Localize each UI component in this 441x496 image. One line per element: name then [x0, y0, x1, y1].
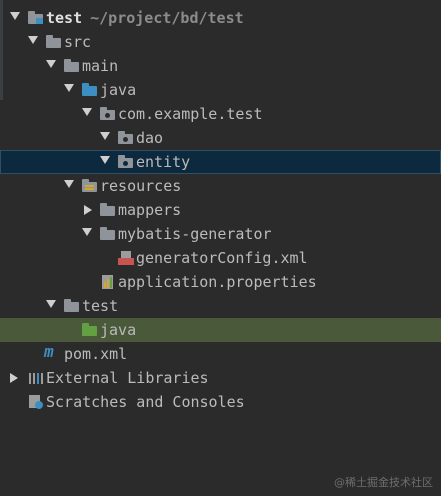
module-folder-icon [28, 11, 44, 25]
tree-row-external-libraries[interactable]: External Libraries [0, 366, 441, 390]
chevron-down-icon[interactable] [82, 228, 92, 236]
mappers-label: mappers [118, 201, 182, 219]
folder-icon [100, 227, 116, 241]
pom-label: pom.xml [64, 345, 128, 363]
package-icon [100, 107, 116, 121]
tree-row-package[interactable]: com.example.test [0, 102, 441, 126]
tree-row-main[interactable]: main [0, 54, 441, 78]
chevron-down-icon[interactable] [64, 180, 74, 188]
main-label: main [82, 57, 119, 75]
folder-icon [46, 35, 62, 49]
root-path: ~/project/bd/test [90, 9, 244, 27]
project-tree: test ~/project/bd/test src main java com… [0, 6, 441, 414]
tree-row-test[interactable]: test [0, 294, 441, 318]
chevron-down-icon[interactable] [28, 36, 38, 44]
entity-label: entity [136, 153, 191, 171]
resources-folder-icon [82, 179, 98, 193]
dao-label: dao [136, 129, 164, 147]
resources-label: resources [100, 177, 182, 195]
generator-config-label: generatorConfig.xml [136, 249, 308, 267]
tree-row-java-main[interactable]: java [0, 78, 441, 102]
package-icon [118, 131, 134, 145]
src-label: src [64, 33, 92, 51]
tree-row-generator-config[interactable]: generatorConfig.xml [0, 246, 441, 270]
scratches-label: Scratches and Consoles [46, 393, 245, 411]
scratches-icon [28, 395, 44, 409]
folder-icon [64, 299, 80, 313]
watermark: @稀土掘金技术社区 [334, 476, 433, 489]
chevron-down-icon[interactable] [64, 84, 74, 92]
chevron-down-icon[interactable] [46, 300, 56, 308]
tree-row-pom[interactable]: m pom.xml [0, 342, 441, 366]
folder-icon [64, 59, 80, 73]
tree-row-root[interactable]: test ~/project/bd/test [0, 6, 441, 30]
chevron-down-icon[interactable] [100, 156, 110, 164]
test-label: test [82, 297, 119, 315]
libraries-icon [28, 371, 44, 385]
folder-icon [100, 203, 116, 217]
tree-row-scratches[interactable]: Scratches and Consoles [0, 390, 441, 414]
root-name: test [46, 9, 83, 27]
chevron-down-icon[interactable] [10, 12, 20, 20]
external-libraries-label: External Libraries [46, 369, 209, 387]
chevron-right-icon[interactable] [84, 205, 92, 215]
tree-row-java-test[interactable]: java [0, 318, 441, 342]
xml-file-icon [118, 251, 134, 265]
chevron-right-icon[interactable] [10, 373, 18, 383]
test-source-folder-icon [82, 323, 98, 337]
tree-row-dao[interactable]: dao [0, 126, 441, 150]
java-main-label: java [100, 81, 137, 99]
tree-row-mybatis-generator[interactable]: mybatis-generator [0, 222, 441, 246]
chevron-down-icon[interactable] [100, 132, 110, 140]
tree-row-app-properties[interactable]: application.properties [0, 270, 441, 294]
chevron-down-icon[interactable] [46, 60, 56, 68]
package-icon [118, 155, 134, 169]
package-label: com.example.test [118, 105, 263, 123]
tree-row-src[interactable]: src [0, 30, 441, 54]
maven-icon: m [44, 342, 54, 361]
tree-row-resources[interactable]: resources [0, 174, 441, 198]
mybatis-generator-label: mybatis-generator [118, 225, 272, 243]
source-folder-icon [82, 83, 98, 97]
properties-file-icon [100, 275, 116, 289]
chevron-down-icon[interactable] [82, 108, 92, 116]
tree-row-entity[interactable]: entity [0, 150, 441, 174]
tree-row-mappers[interactable]: mappers [0, 198, 441, 222]
java-test-label: java [100, 321, 137, 339]
app-properties-label: application.properties [118, 273, 317, 291]
